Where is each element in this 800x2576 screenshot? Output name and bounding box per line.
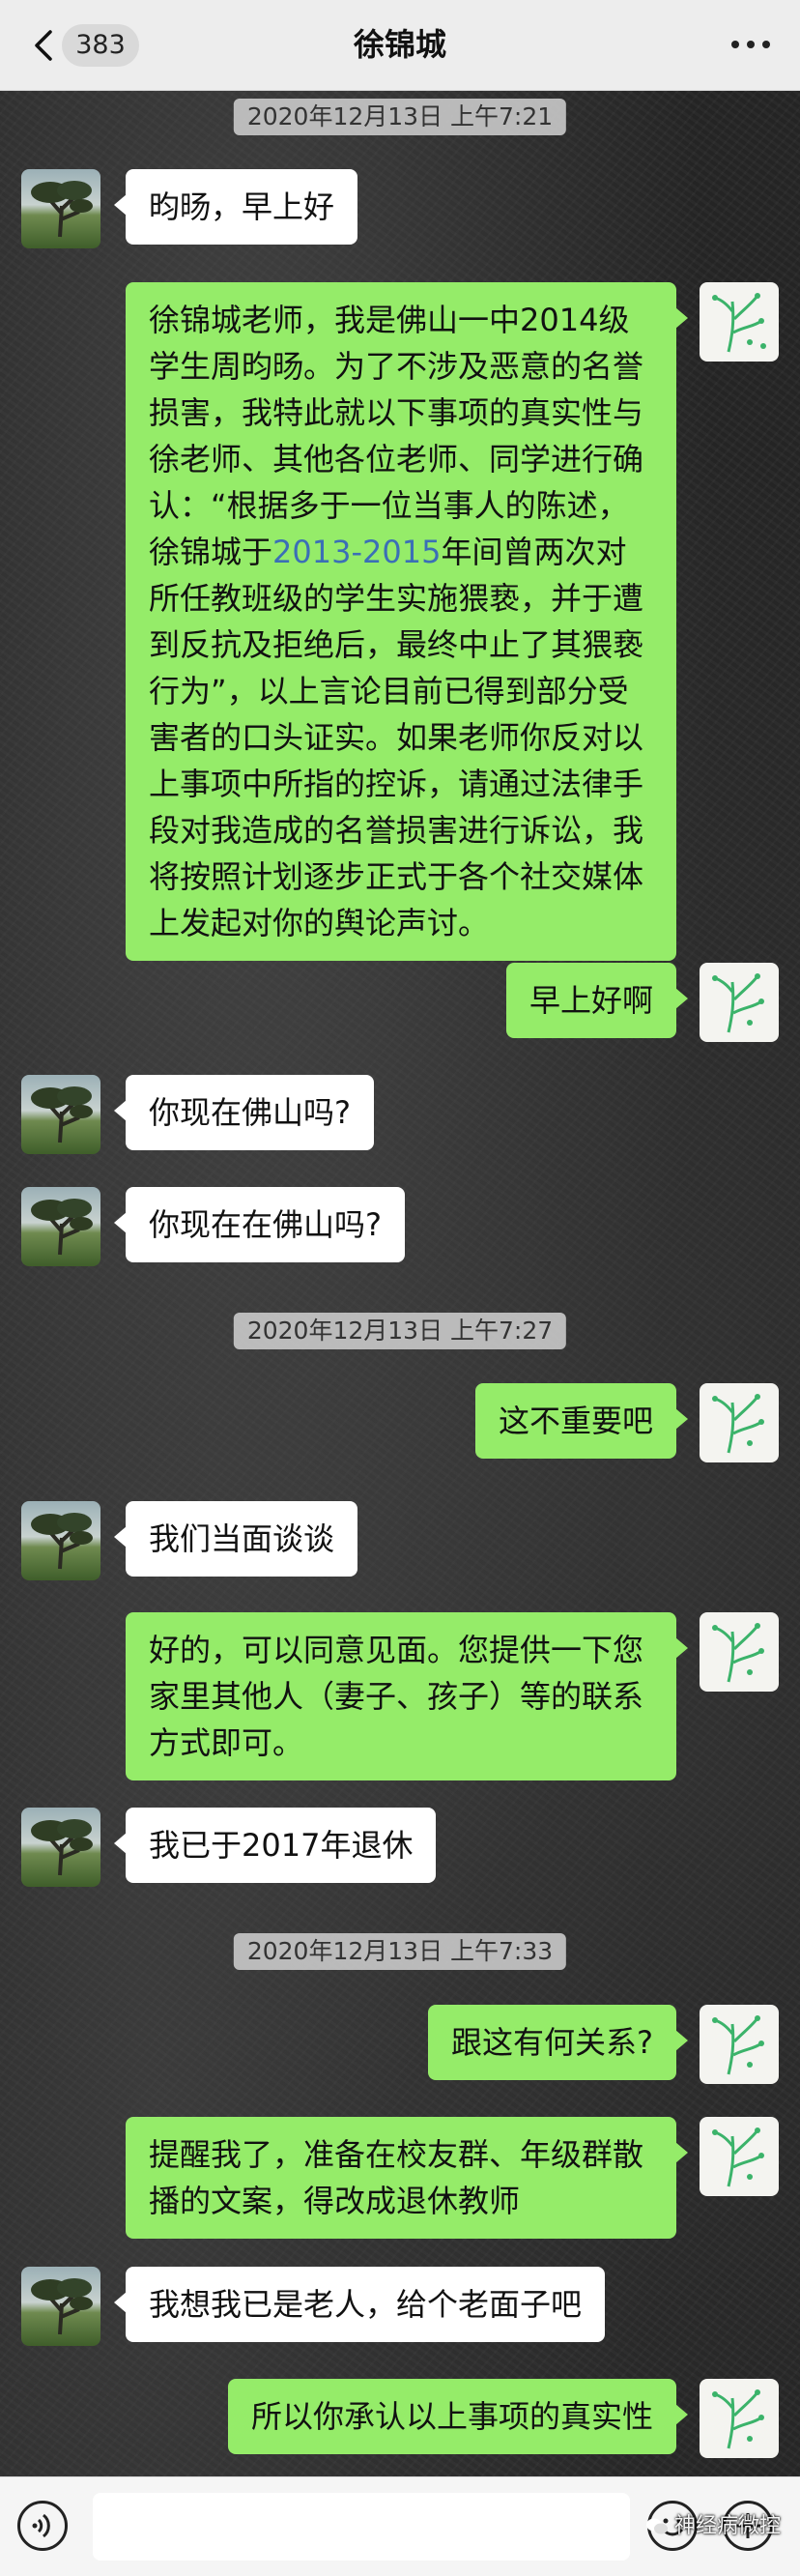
- chat-header: 383 徐锦城: [0, 0, 800, 91]
- voice-icon[interactable]: [17, 2501, 68, 2551]
- timestamp: 2020年12月13日 上午7:27: [233, 1313, 567, 1349]
- plant-avatar-icon: [712, 2127, 764, 2187]
- timestamp: 2020年12月13日 上午7:21: [233, 99, 567, 135]
- message-text: 徐锦城老师，我是佛山一中2014级学生周昀旸。为了不涉及恶意的名誉损害，我特此就…: [149, 302, 644, 570]
- tree-avatar-icon: [31, 2278, 93, 2335]
- message-bubble-received[interactable]: 我们当面谈谈: [113, 1501, 358, 1577]
- self-avatar[interactable]: [700, 963, 779, 1042]
- contact-avatar[interactable]: [21, 2267, 100, 2346]
- self-avatar[interactable]: [700, 2005, 779, 2084]
- message-bubble-sent[interactable]: 所以你承认以上事项的真实性: [227, 2379, 689, 2454]
- tree-avatar-icon: [31, 1199, 93, 1256]
- message-date-link[interactable]: 2013-2015: [272, 534, 441, 570]
- message-bubble-sent[interactable]: 跟这有何关系?: [428, 2005, 688, 2080]
- contact-avatar[interactable]: [21, 169, 100, 248]
- message-bubble-received[interactable]: 你现在佛山吗?: [114, 1075, 374, 1150]
- plant-avatar-icon: [712, 973, 764, 1033]
- tree-avatar-icon: [31, 1819, 93, 1876]
- message-bubble-received[interactable]: 昀旸，早上好: [113, 169, 358, 245]
- message-text: 年间曾两次对所任教班级的学生实施猥亵，并于遭到反抗及拒绝后，最终中止了其猥亵行为…: [149, 534, 644, 941]
- contact-avatar[interactable]: [21, 1075, 100, 1154]
- plant-avatar-icon: [712, 1394, 764, 1454]
- plant-avatar-icon: [712, 1623, 764, 1683]
- message-bubble-received[interactable]: 我已于2017年退休: [113, 1808, 437, 1883]
- unread-count-badge[interactable]: 383: [62, 24, 139, 67]
- tree-avatar-icon: [31, 1086, 93, 1143]
- message-bubble-sent[interactable]: 提醒我了，准备在校友群、年级群散播的文案，得改成退休教师: [126, 2117, 688, 2239]
- self-avatar[interactable]: [700, 1612, 779, 1692]
- wechat-watermark-icon: [645, 2518, 668, 2534]
- back-chevron-icon[interactable]: [29, 29, 58, 62]
- plant-avatar-icon: [712, 293, 766, 353]
- plant-avatar-icon: [712, 2015, 764, 2075]
- message-bubble-sent[interactable]: 这不重要吧: [474, 1383, 689, 1459]
- contact-avatar[interactable]: [21, 1187, 100, 1266]
- message-bubble-received[interactable]: 你现在在佛山吗?: [114, 1187, 405, 1262]
- message-bubble-sent[interactable]: 徐锦城老师，我是佛山一中2014级学生周昀旸。为了不涉及恶意的名誉损害，我特此就…: [126, 282, 688, 961]
- self-avatar[interactable]: [700, 2379, 779, 2458]
- message-bubble-received[interactable]: 我想我已是老人，给个老面子吧: [113, 2267, 606, 2342]
- message-bubble-sent[interactable]: 好的，可以同意见面。您提供一下您家里其他人（妻子、孩子）等的联系方式即可。: [126, 1612, 688, 1780]
- watermark-text: 神经病微控: [673, 2514, 781, 2538]
- message-input[interactable]: [93, 2493, 630, 2561]
- contact-avatar[interactable]: [21, 1501, 100, 1580]
- contact-avatar[interactable]: [21, 1808, 100, 1887]
- self-avatar[interactable]: [700, 282, 779, 362]
- self-avatar[interactable]: [700, 2117, 779, 2196]
- self-avatar[interactable]: [700, 1383, 779, 1462]
- tree-avatar-icon: [31, 1513, 93, 1570]
- message-bubble-sent[interactable]: 早上好啊: [505, 963, 689, 1038]
- tree-avatar-icon: [31, 181, 93, 238]
- watermark: 神经病微控: [645, 2508, 781, 2539]
- more-dots-icon[interactable]: [729, 35, 773, 54]
- plant-avatar-icon: [712, 2389, 764, 2449]
- timestamp: 2020年12月13日 上午7:33: [233, 1933, 567, 1970]
